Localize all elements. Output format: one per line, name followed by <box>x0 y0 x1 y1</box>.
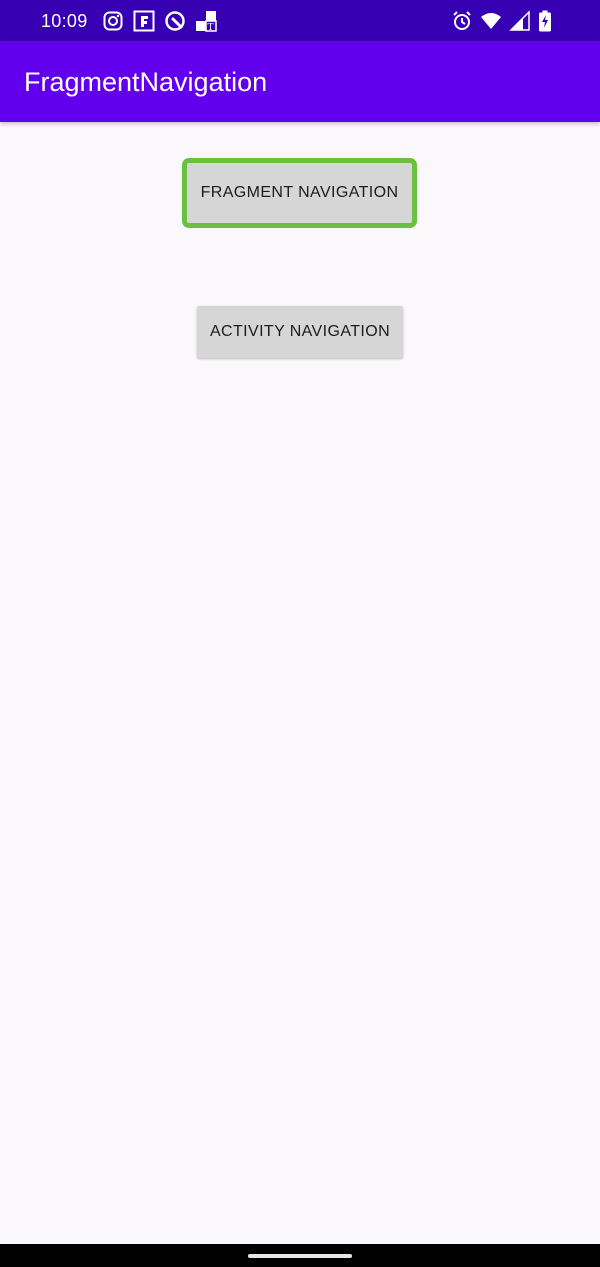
instagram-icon <box>102 10 124 32</box>
navigation-bar <box>0 1244 600 1267</box>
home-gesture-handle[interactable] <box>248 1254 352 1258</box>
fragment-navigation-button[interactable]: FRAGMENT NAVIGATION <box>182 158 417 228</box>
notification-icons: T <box>102 10 217 32</box>
status-time: 10:09 <box>41 11 88 31</box>
activity-navigation-button[interactable]: ACTIVITY NAVIGATION <box>197 306 403 358</box>
system-icons <box>451 10 560 32</box>
alarm-icon <box>451 10 473 32</box>
wifi-icon <box>480 10 502 32</box>
q-app-icon <box>164 10 186 32</box>
nytimes-icon: T <box>195 10 217 32</box>
svg-text:T: T <box>208 23 214 32</box>
app-title: FragmentNavigation <box>24 67 268 97</box>
flipboard-icon <box>133 10 155 32</box>
battery-charging-icon <box>538 10 560 32</box>
main-content: FRAGMENT NAVIGATION ACTIVITY NAVIGATION <box>0 122 600 1244</box>
app-bar: FragmentNavigation <box>0 41 600 122</box>
cell-signal-icon <box>509 10 531 32</box>
status-bar: 10:09 T <box>0 0 600 41</box>
